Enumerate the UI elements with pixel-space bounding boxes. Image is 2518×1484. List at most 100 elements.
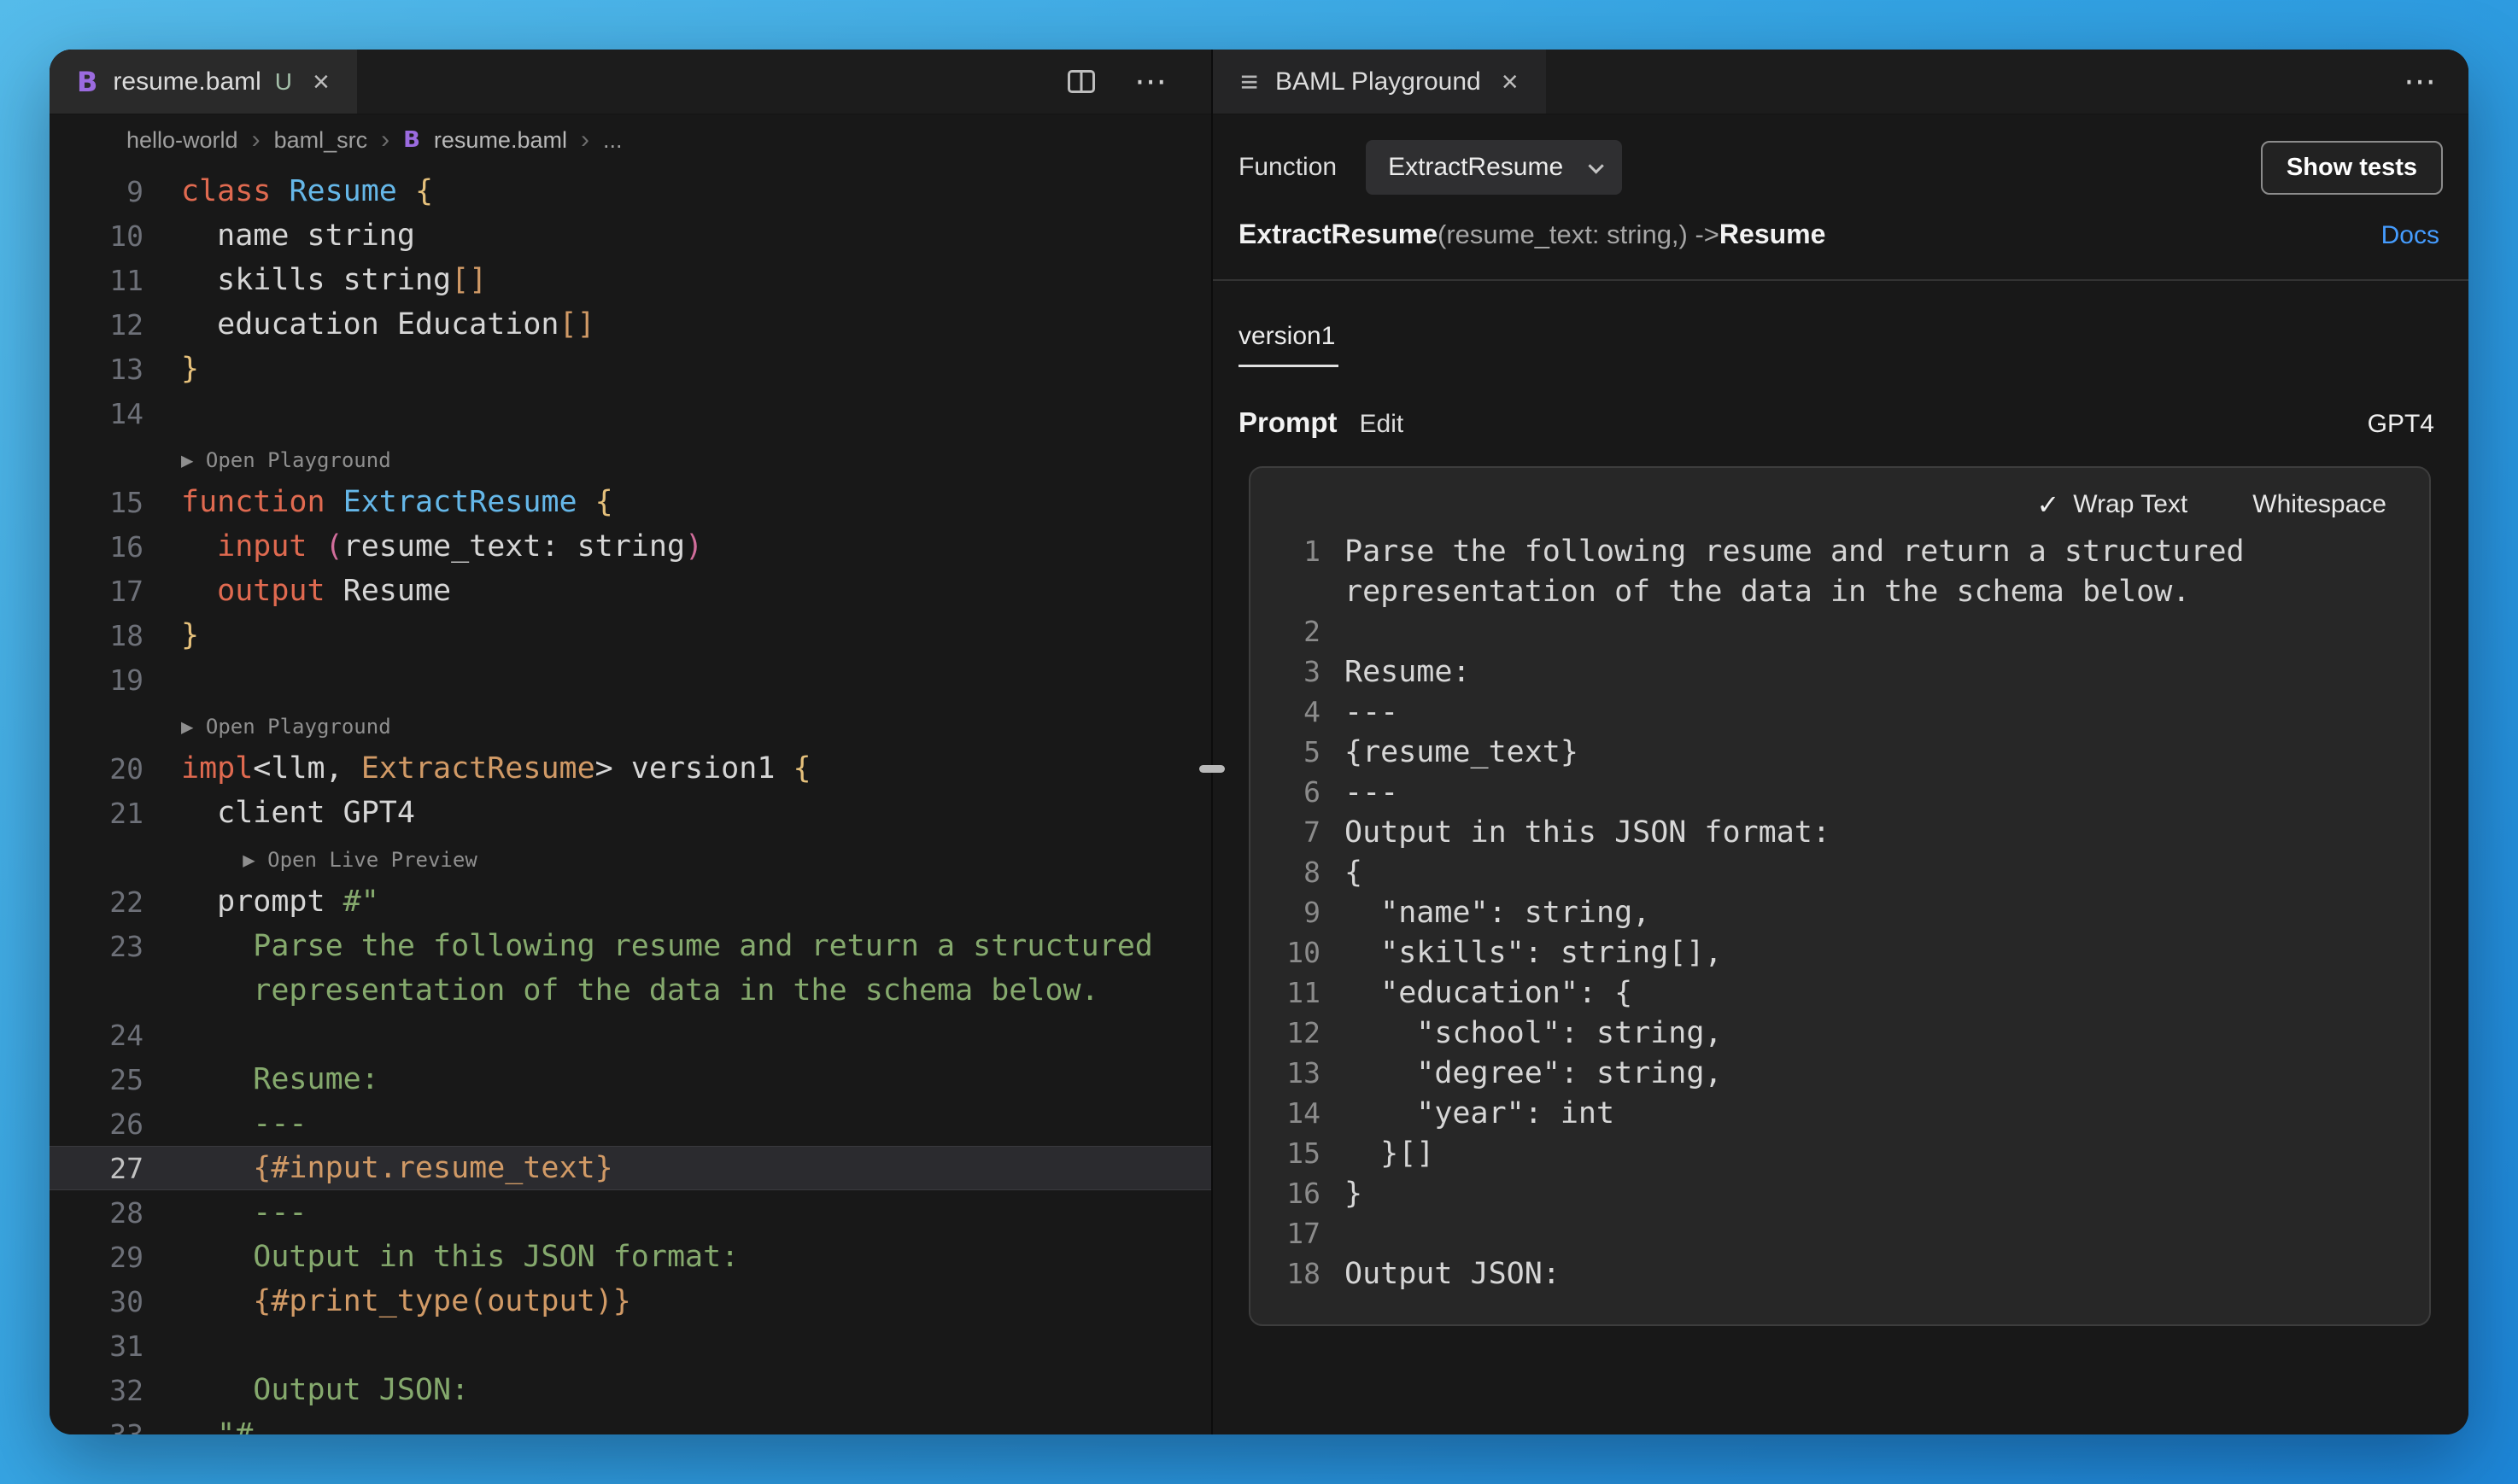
playground-line: 15 }[]: [1273, 1133, 2405, 1173]
playground-line: 11 "education": {: [1273, 973, 2405, 1013]
editor-line[interactable]: 27 {#input.resume_text}: [50, 1146, 1211, 1190]
breadcrumb-item-symbol[interactable]: ...: [603, 127, 623, 154]
line-number: 4: [1273, 695, 1320, 728]
editor-code-area[interactable]: 9class Resume {10 name string11 skills s…: [50, 166, 1211, 1434]
editor-line[interactable]: 23 Parse the following resume and return…: [50, 924, 1211, 968]
tab-version1[interactable]: version1: [1239, 322, 1338, 367]
playground-line: 16}: [1273, 1173, 2405, 1213]
line-number: 31: [50, 1329, 143, 1363]
line-number: 27: [50, 1152, 143, 1185]
playground-line-text: Resume:: [1320, 655, 1471, 689]
close-tab-icon[interactable]: ×: [313, 67, 330, 96]
playground-header: Function ExtractResume Show tests Extrac…: [1213, 114, 2468, 281]
panel-more-actions-icon[interactable]: ⋯: [2404, 66, 2436, 98]
line-number: 25: [50, 1063, 143, 1096]
baml-file-icon: B: [403, 127, 420, 153]
close-tab-icon[interactable]: ×: [1502, 67, 1519, 96]
editor-line[interactable]: 12 education Education[]: [50, 302, 1211, 347]
editor-line[interactable]: 25 Resume:: [50, 1057, 1211, 1101]
editor-line[interactable]: 32 Output JSON:: [50, 1368, 1211, 1412]
editor-line[interactable]: 33 "#: [50, 1412, 1211, 1434]
tab-baml-playground[interactable]: ≡ BAML Playground ×: [1213, 50, 1546, 114]
playground-line: 2: [1273, 611, 2405, 651]
playground-line: 8{: [1273, 852, 2405, 892]
playground-line: 7Output in this JSON format:: [1273, 812, 2405, 852]
editor-line[interactable]: 9class Resume {: [50, 169, 1211, 213]
editor-line[interactable]: 26 ---: [50, 1101, 1211, 1146]
breadcrumb-item-project[interactable]: hello-world: [126, 127, 238, 154]
editor-line[interactable]: 31: [50, 1323, 1211, 1368]
editor-line[interactable]: 22 prompt #": [50, 879, 1211, 924]
playground-line: 13 "degree": string,: [1273, 1053, 2405, 1093]
wrap-text-label: Wrap Text: [2073, 490, 2187, 519]
editor-line[interactable]: 28 ---: [50, 1190, 1211, 1235]
editor-line[interactable]: 11 skills string[]: [50, 258, 1211, 302]
editor-line[interactable]: 18}: [50, 613, 1211, 657]
line-number: 33: [50, 1418, 143, 1435]
line-number: 15: [50, 486, 143, 519]
show-tests-button[interactable]: Show tests: [2261, 141, 2443, 195]
playground-line: 12 "school": string,: [1273, 1013, 2405, 1053]
line-number: 11: [1273, 976, 1320, 1009]
line-number: 9: [1273, 896, 1320, 929]
tab-resume-baml[interactable]: B resume.baml U ×: [50, 50, 357, 114]
playground-line: 4---: [1273, 692, 2405, 732]
function-dropdown-value: ExtractResume: [1388, 153, 1563, 182]
line-number: 18: [50, 619, 143, 652]
editor-line[interactable]: 21 client GPT4: [50, 791, 1211, 835]
editor-line[interactable]: 10 name string: [50, 213, 1211, 258]
line-number: 30: [50, 1285, 143, 1318]
playground-line-text: "education": {: [1320, 976, 1632, 1010]
line-number: 17: [1273, 1217, 1320, 1250]
playground-line-text: "school": string,: [1320, 1016, 1723, 1050]
line-number: 18: [1273, 1257, 1320, 1290]
line-number: 17: [50, 575, 143, 608]
function-row: Function ExtractResume Show tests: [1239, 140, 2448, 195]
line-number: 2: [1273, 615, 1320, 648]
line-number: 12: [1273, 1016, 1320, 1049]
editor-line[interactable]: 16 input (resume_text: string): [50, 524, 1211, 569]
editor-line[interactable]: representation of the data in the schema…: [50, 968, 1211, 1013]
editor-line[interactable]: 29 Output in this JSON format:: [50, 1235, 1211, 1279]
codelens-link[interactable]: ▶ Open Playground: [50, 702, 1211, 746]
playground-line: 9 "name": string,: [1273, 892, 2405, 932]
line-number: 22: [50, 885, 143, 919]
split-editor-icon[interactable]: [1068, 70, 1095, 93]
playground-line: 5{resume_text}: [1273, 732, 2405, 772]
function-dropdown[interactable]: ExtractResume: [1366, 140, 1622, 195]
editor-line[interactable]: 15function ExtractResume {: [50, 480, 1211, 524]
playground-pane: ≡ BAML Playground × ⋯ Function ExtractRe…: [1211, 50, 2468, 1434]
playground-line: 3Resume:: [1273, 651, 2405, 692]
editor-line[interactable]: 19: [50, 657, 1211, 702]
line-number: 23: [50, 930, 143, 963]
editor-line[interactable]: 14: [50, 391, 1211, 435]
line-number: 16: [1273, 1177, 1320, 1210]
docs-link[interactable]: Docs: [2381, 221, 2439, 250]
pane-resize-handle[interactable]: [1199, 765, 1225, 773]
wrap-text-toggle[interactable]: ✓ Wrap Text: [2036, 488, 2187, 521]
more-actions-icon[interactable]: ⋯: [1134, 66, 1167, 98]
breadcrumb-item-file[interactable]: resume.baml: [434, 127, 567, 154]
editor-line[interactable]: 17 output Resume: [50, 569, 1211, 613]
editor-line[interactable]: 13}: [50, 347, 1211, 391]
playground-line-text: representation of the data in the schema…: [1320, 575, 2190, 609]
editor-line[interactable]: 24: [50, 1013, 1211, 1057]
codelens-link[interactable]: ▶ Open Live Preview: [50, 835, 1211, 879]
codelens-link[interactable]: ▶ Open Playground: [50, 435, 1211, 480]
line-number: 29: [50, 1241, 143, 1274]
editor-line[interactable]: 30 {#print_type(output)}: [50, 1279, 1211, 1323]
line-number: 20: [50, 752, 143, 786]
line-number: 21: [50, 797, 143, 830]
playground-menu-icon: ≡: [1240, 64, 1258, 100]
signature-row: ExtractResume(resume_text: string,) ->Re…: [1239, 219, 2448, 250]
breadcrumb-item-folder[interactable]: baml_src: [274, 127, 368, 154]
line-number: 7: [1273, 815, 1320, 849]
signature-function-name: ExtractResume: [1239, 219, 1438, 249]
editor-line[interactable]: 20impl<llm, ExtractResume> version1 {: [50, 746, 1211, 791]
line-number: 5: [1273, 735, 1320, 768]
line-number: 28: [50, 1196, 143, 1230]
whitespace-toggle[interactable]: Whitespace: [2252, 490, 2386, 519]
playground-line-text: }: [1320, 1177, 1362, 1211]
playground-line-text: Parse the following resume and return a …: [1320, 535, 2245, 569]
edit-prompt-link[interactable]: Edit: [1360, 410, 1404, 439]
